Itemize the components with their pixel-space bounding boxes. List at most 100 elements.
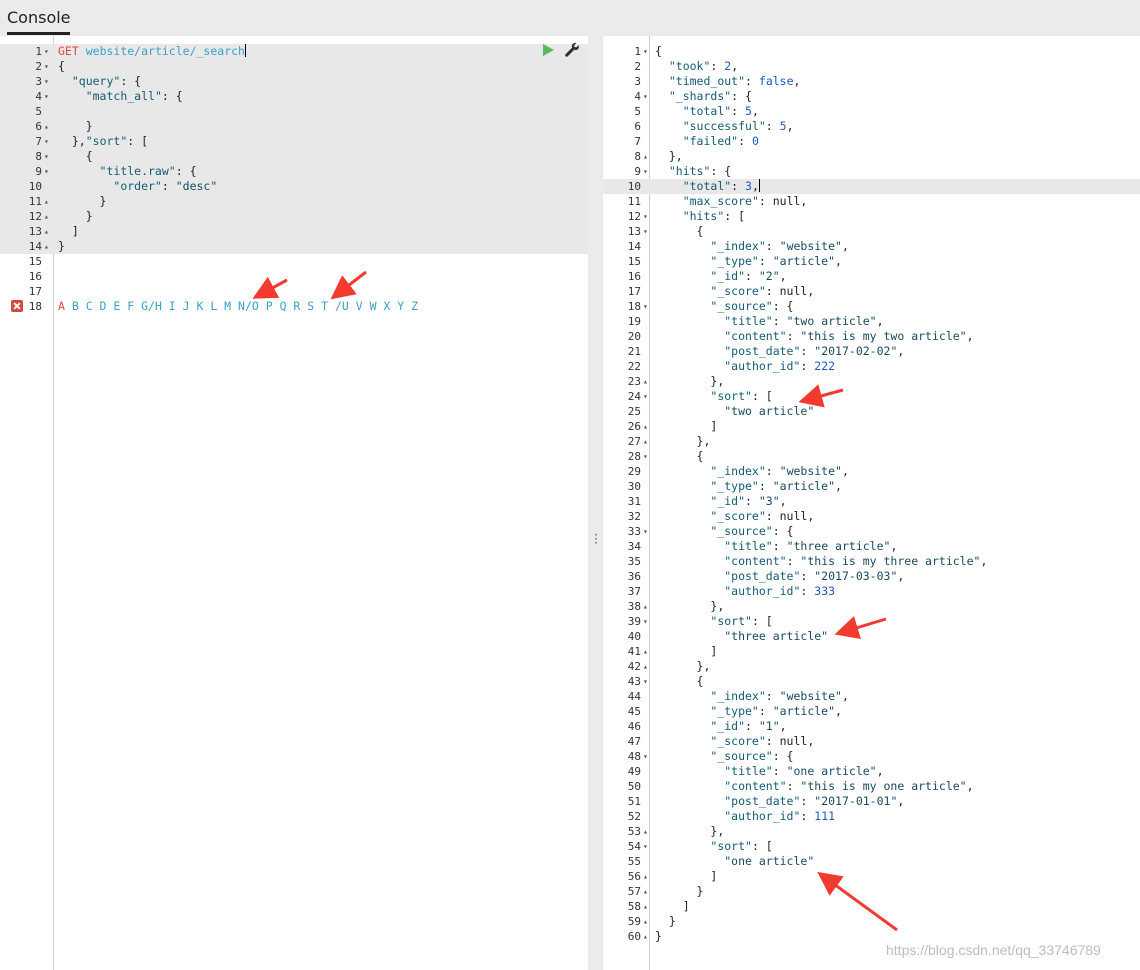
pane-splitter[interactable]: · · · [588,36,603,970]
fold-open-icon[interactable]: ▾ [643,449,648,464]
line-number: 24 [627,390,641,403]
response-line: 3 "timed_out": false, [603,74,1140,89]
line-number: 1 [634,45,641,58]
request-line: 17 [0,284,588,299]
code-text: "_score": null, [710,734,815,748]
fold-close-icon[interactable]: ▴ [643,599,648,614]
code-text: "post_date": "2017-01-01", [724,794,905,808]
fold-open-icon[interactable]: ▾ [643,89,648,104]
fold-close-icon[interactable]: ▴ [643,899,648,914]
code-text: "_id": "1", [710,719,787,733]
fold-close-icon[interactable]: ▴ [643,149,648,164]
response-line: 11 "max_score": null, [603,194,1140,209]
fold-open-icon[interactable]: ▾ [44,149,49,164]
tab-console[interactable]: Console [0,0,78,36]
fold-open-icon[interactable]: ▾ [44,44,49,59]
line-number: 50 [627,780,641,793]
fold-open-icon[interactable]: ▾ [643,614,648,629]
fold-close-icon[interactable]: ▴ [643,419,648,434]
fold-open-icon[interactable]: ▾ [44,89,49,104]
code-text: "one article" [724,854,815,868]
code-text: { [696,224,704,238]
fold-close-icon[interactable]: ▴ [643,434,648,449]
fold-close-icon[interactable]: ▴ [44,239,49,254]
response-line: 59 ▴ } [603,914,1140,929]
response-line: 19 "title": "two article", [603,314,1140,329]
drag-handle-icon[interactable]: · · · [592,529,600,549]
code-text: "_score": null, [710,509,815,523]
request-line: 10 "order": "desc" [0,179,588,194]
response-line: 17 "_score": null, [603,284,1140,299]
line-number: 54 [627,840,641,853]
line-number: 14 [627,240,641,253]
fold-close-icon[interactable]: ▴ [44,209,49,224]
code-text: "hits": { [668,164,732,178]
fold-close-icon[interactable]: ▴ [44,194,49,209]
response-line: 58 ▴ ] [603,899,1140,914]
fold-open-icon[interactable]: ▾ [643,164,648,179]
code-text: "author_id": 111 [724,809,836,823]
line-number: 18 [28,300,42,313]
line-number: 8 [35,150,42,163]
fold-open-icon[interactable]: ▾ [44,134,49,149]
request-line: 14 ▴} [0,239,588,254]
fold-close-icon[interactable]: ▴ [643,914,648,929]
code-text: { [696,449,704,463]
line-number: 11 [627,195,641,208]
fold-open-icon[interactable]: ▾ [643,674,648,689]
fold-open-icon[interactable]: ▾ [643,389,648,404]
fold-close-icon[interactable]: ▴ [643,824,648,839]
request-line: 3 ▾ "query": { [0,74,588,89]
fold-close-icon[interactable]: ▴ [643,869,648,884]
fold-open-icon[interactable]: ▾ [44,164,49,179]
request-editor[interactable]: 1 ▾ GET website/article/_search 2 ▾{3 ▾ "quer… [0,36,588,970]
fold-open-icon[interactable]: ▾ [643,209,648,224]
fold-open-icon[interactable]: ▾ [643,839,648,854]
code-text: "sort": [ [710,389,773,403]
fold-close-icon[interactable]: ▴ [643,884,648,899]
fold-close-icon[interactable]: ▴ [44,119,49,134]
response-line: 26 ▴ ] [603,419,1140,434]
line-number: 29 [627,465,641,478]
active-tab-indicator [7,32,70,35]
line-number: 16 [627,270,641,283]
fold-open-icon[interactable]: ▾ [44,74,49,89]
response-line: 49 "title": "one article", [603,764,1140,779]
response-viewer[interactable]: 1 ▾{2 "took": 2, 3 "timed_out": false, 4 ▾ "… [603,36,1140,970]
fold-open-icon[interactable]: ▾ [643,224,648,239]
code-text: "_index": "website", [710,464,849,478]
fold-open-icon[interactable]: ▾ [643,299,648,314]
line-number: 45 [627,705,641,718]
response-line: 36 "post_date": "2017-03-03", [603,569,1140,584]
play-icon[interactable] [543,44,554,56]
code-text: "sort": [ [710,839,773,853]
fold-close-icon[interactable]: ▴ [643,374,648,389]
line-number: 39 [627,615,641,628]
code-text: }, [710,374,725,388]
code-text: "content": "this is my two article", [724,329,974,343]
fold-open-icon[interactable]: ▾ [643,44,648,59]
fold-open-icon[interactable]: ▾ [44,59,49,74]
line-number: 3 [634,75,641,88]
response-line: 57 ▴ } [603,884,1140,899]
fold-close-icon[interactable]: ▴ [643,644,648,659]
fold-open-icon[interactable]: ▾ [643,524,648,539]
fold-close-icon[interactable]: ▴ [643,659,648,674]
fold-open-icon[interactable]: ▾ [643,749,648,764]
fold-close-icon[interactable]: ▴ [643,929,648,944]
line-number: 34 [627,540,641,553]
request-code[interactable]: 1 ▾ GET website/article/_search 2 ▾{3 ▾ "quer… [0,44,588,314]
line-number: 47 [627,735,641,748]
response-line: 56 ▴ ] [603,869,1140,884]
code-text: }, [710,599,725,613]
response-line: 37 "author_id": 333 [603,584,1140,599]
line-number: 2 [634,60,641,73]
wrench-icon[interactable] [564,42,580,58]
line-number: 9 [634,165,641,178]
line-number: 40 [627,630,641,643]
line-number: 41 [627,645,641,658]
code-text: } [99,194,107,208]
code-text: "_type": "article", [710,704,842,718]
line-number: 26 [627,420,641,433]
fold-close-icon[interactable]: ▴ [44,224,49,239]
